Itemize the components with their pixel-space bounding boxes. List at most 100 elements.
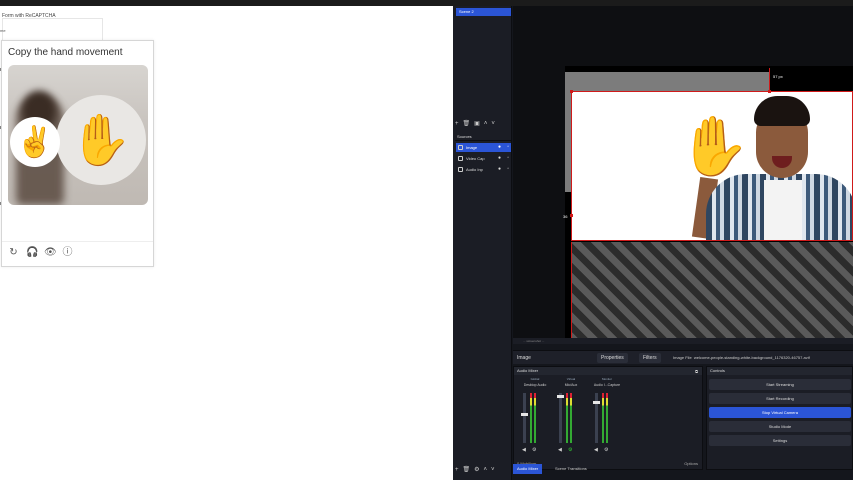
- scenes-toolbar: + 🗑 ▣ ˄ ˅: [455, 120, 495, 128]
- lock-icon[interactable]: ▫: [507, 165, 509, 174]
- form-title: Form with ReCAPTCHA: [2, 13, 56, 19]
- image-file-label: Image File: [673, 355, 692, 360]
- trash-icon[interactable]: 🗑: [463, 466, 471, 474]
- divider: [2, 241, 153, 242]
- man-hair: [754, 96, 810, 126]
- dimension-top-label: 57 px: [773, 74, 783, 79]
- mixer-channel: Monitor Audio I...Capture ◀ ⚙: [590, 377, 624, 457]
- sources-header: Sources: [455, 133, 511, 141]
- lock-icon[interactable]: ▫: [507, 143, 509, 152]
- mixer-channel: Global Desktop Audio ◀ ⚙: [518, 377, 552, 457]
- channel-name: Mic/Aux: [564, 383, 578, 387]
- mixer-menu-icon[interactable]: ⧉: [695, 368, 698, 376]
- dimension-guide: [769, 68, 770, 92]
- properties-button[interactable]: Properties: [597, 353, 628, 363]
- start-recording-button[interactable]: Start Recording: [709, 393, 851, 404]
- eye-icon[interactable]: 👁: [44, 247, 57, 258]
- eye-icon[interactable]: ●: [498, 154, 501, 163]
- source-item-image[interactable]: Image ● ▫: [456, 143, 511, 152]
- up-icon[interactable]: ˄: [484, 466, 488, 474]
- level-meter: [606, 393, 608, 443]
- controls-dock: Controls Start Streaming Start Recording…: [706, 366, 853, 470]
- channel-name: Audio I...Capture: [593, 383, 621, 387]
- volume-fader[interactable]: [521, 393, 528, 443]
- browser-page: Form with ReCAPTCHA me Copy the hand mov…: [0, 6, 453, 480]
- add-icon[interactable]: +: [455, 466, 459, 474]
- captcha-camera-image: ✋ ✌️: [8, 65, 148, 205]
- source-label: Video Cap: [466, 156, 485, 161]
- add-icon[interactable]: +: [455, 120, 459, 128]
- image-source-preview[interactable]: ✋: [571, 91, 853, 241]
- scenes-sources-column: Scene 2 + 🗑 ▣ ˄ ˅ Sources Image ● ▫ Vide…: [453, 6, 512, 480]
- eye-icon[interactable]: ●: [498, 143, 501, 152]
- image-icon: [458, 145, 463, 150]
- channel-name: Desktop Audio: [523, 383, 547, 387]
- channel-tag: Global: [530, 377, 540, 381]
- gear-icon[interactable]: ⚙: [532, 447, 536, 453]
- mic-icon: [458, 167, 463, 172]
- start-streaming-button[interactable]: Start Streaming: [709, 379, 851, 390]
- headphones-icon[interactable]: 🎧: [26, 247, 38, 258]
- down-icon[interactable]: ˅: [491, 120, 495, 128]
- trash-icon[interactable]: 🗑: [463, 120, 471, 128]
- victory-hand-icon: ✌️: [10, 117, 60, 167]
- sources-toolbar: + 🗑 ⚙ ˄ ˅: [455, 466, 495, 474]
- level-meter: [566, 393, 568, 443]
- tab-scene-transitions[interactable]: Scene Transitions: [551, 464, 591, 474]
- info-icon[interactable]: ⓘ: [62, 247, 73, 258]
- waving-man-photo: ✋: [678, 92, 852, 240]
- level-meter: [534, 393, 536, 443]
- controls-title: Controls: [707, 367, 852, 375]
- man-tee: [764, 180, 802, 240]
- gear-icon[interactable]: ⚙: [474, 466, 479, 474]
- speaker-icon[interactable]: ◀: [594, 447, 598, 453]
- volume-fader[interactable]: [593, 393, 600, 443]
- captcha-title: Copy the hand movement: [8, 47, 123, 58]
- image-file-path: Image File welcome-people-standing-white…: [673, 354, 810, 362]
- audio-mixer-title: Audio Mixer: [514, 367, 702, 375]
- transform-handle[interactable]: [570, 90, 573, 93]
- source-item-video-capture[interactable]: Video Cap ● ▫: [456, 154, 511, 163]
- filter-icon[interactable]: ▣: [474, 120, 480, 128]
- captcha-challenge: Copy the hand movement ✋ ✌️ ↻ 🎧 👁 ⓘ: [1, 40, 154, 267]
- down-icon[interactable]: ˅: [491, 466, 495, 474]
- tab-audio-mixer[interactable]: Audio Mixer: [513, 464, 543, 474]
- mixer-channel: Virtual Mic/Aux ◀ ⚙: [554, 377, 588, 457]
- stop-virtual-camera-button[interactable]: Stop Virtual Camera: [709, 407, 851, 418]
- speaker-icon[interactable]: ◀: [522, 447, 526, 453]
- filters-button[interactable]: Filters: [639, 353, 661, 363]
- refresh-icon[interactable]: ↻: [8, 247, 19, 258]
- name-label: me: [0, 28, 6, 33]
- up-icon[interactable]: ˄: [484, 120, 488, 128]
- fader-knob[interactable]: [593, 401, 600, 404]
- image-file-value: welcome-people-standing-white-background…: [693, 355, 810, 360]
- channel-tag: Monitor: [601, 377, 612, 381]
- fader-knob[interactable]: [557, 395, 564, 398]
- scene-item[interactable]: Scene 2: [456, 8, 511, 16]
- fader-knob[interactable]: [521, 413, 528, 416]
- source-label: Audio Inp: [466, 167, 483, 172]
- settings-button[interactable]: Settings: [709, 435, 851, 446]
- gear-icon[interactable]: ⚙: [604, 447, 608, 453]
- preview-canvas[interactable]: ✋ 57 px 36: [513, 6, 853, 342]
- level-meter: [570, 393, 572, 443]
- studio-mode-button[interactable]: Studio Mode: [709, 421, 851, 432]
- gear-icon[interactable]: ⚙: [568, 447, 572, 453]
- lock-icon[interactable]: ▫: [507, 154, 509, 163]
- source-item-audio-input[interactable]: Audio Inp ● ▫: [456, 165, 511, 174]
- audio-mixer-dock: Audio Mixer ⧉ Global Desktop Audio ◀ ⚙ V…: [513, 366, 703, 470]
- camera-icon: [458, 156, 463, 161]
- eye-icon[interactable]: ●: [498, 165, 501, 174]
- level-meter: [530, 393, 532, 443]
- volume-fader[interactable]: [557, 393, 564, 443]
- speaker-icon[interactable]: ◀: [558, 447, 562, 453]
- canvas-out-of-bounds: [571, 242, 853, 342]
- transform-handle[interactable]: [570, 214, 573, 217]
- channel-tag: Virtual: [566, 377, 576, 381]
- hand-target-icon: ✋: [56, 95, 146, 185]
- level-meter: [602, 393, 604, 443]
- obs-window: Scene 2 + 🗑 ▣ ˄ ˅ Sources Image ● ▫ Vide…: [453, 6, 853, 480]
- transform-handle[interactable]: [768, 90, 771, 93]
- selected-source-label: Image: [517, 355, 531, 361]
- dimension-left-label: 36: [563, 214, 568, 219]
